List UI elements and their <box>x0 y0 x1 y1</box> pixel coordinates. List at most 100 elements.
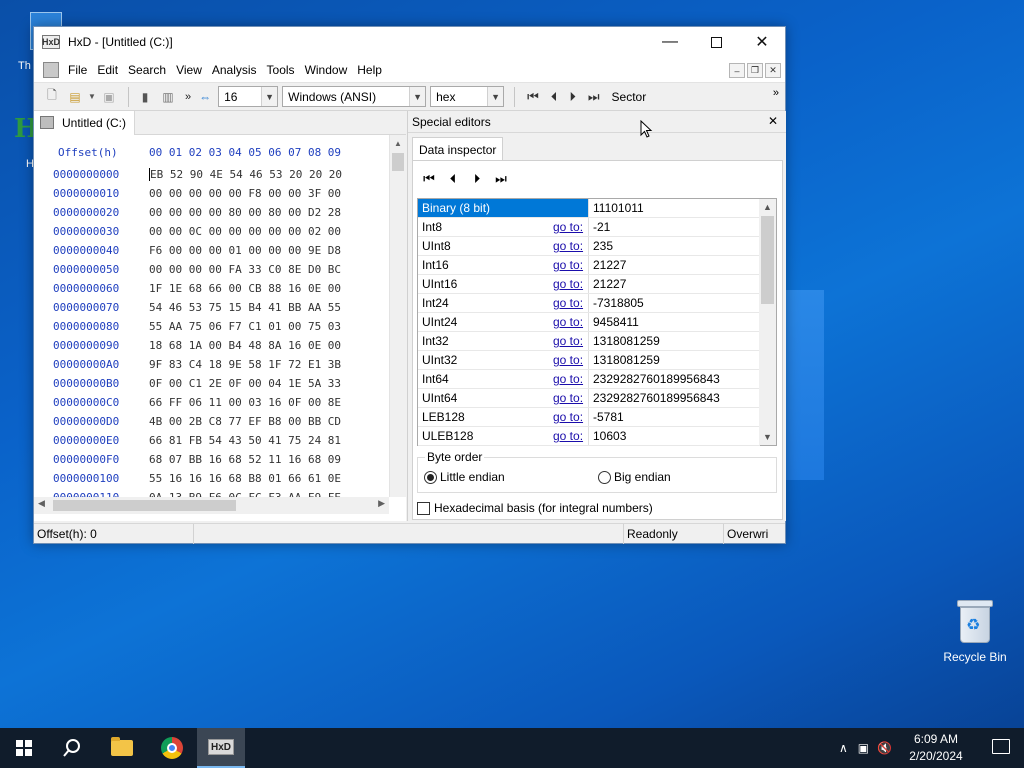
first-sector-icon[interactable]: ⏮ <box>527 89 539 105</box>
row-bytes[interactable]: 55 16 16 16 68 B8 01 66 61 0E <box>149 472 341 485</box>
open-dropdown-icon[interactable]: ▼ <box>88 87 96 107</box>
inspector-value[interactable]: 9458411 <box>590 313 639 331</box>
inspector-value[interactable]: -21 <box>590 218 610 236</box>
inspector-value[interactable]: 11101011 <box>590 199 644 217</box>
close-button[interactable]: ✕ <box>739 27 785 57</box>
new-file-icon[interactable]: 🗋 <box>42 87 62 107</box>
goto-link[interactable]: go to: <box>553 427 583 445</box>
inspector-row[interactable]: Int64 go to: 2329282760189956843 <box>418 370 760 389</box>
inspector-row[interactable]: Int24 go to: -7318805 <box>418 294 760 313</box>
inspector-value[interactable]: 10603 <box>590 427 626 445</box>
goto-link[interactable]: go to: <box>553 408 583 426</box>
inspector-value[interactable]: 2329282760189956843 <box>590 370 720 388</box>
previous-sector-icon[interactable]: ⏴ <box>551 89 558 105</box>
mdi-restore-button[interactable]: ❐ <box>747 63 763 78</box>
next-sector-icon[interactable]: ⏵ <box>569 89 576 105</box>
row-bytes[interactable]: 68 07 BB 16 68 52 11 16 68 09 <box>149 453 341 466</box>
inspector-value[interactable]: -7318805 <box>590 294 644 312</box>
inspector-value[interactable]: 1318081259 <box>590 332 660 350</box>
little-endian-radio[interactable]: Little endian <box>424 470 505 484</box>
inspector-row[interactable]: UInt8 go to: 235 <box>418 237 760 256</box>
menu-view[interactable]: View <box>171 63 207 77</box>
goto-link[interactable]: go to: <box>553 275 583 293</box>
document-menu-icon[interactable] <box>43 61 59 78</box>
menu-window[interactable]: Window <box>300 63 353 77</box>
inspector-value[interactable]: 2329282760189956843 <box>590 389 720 407</box>
toolbar-overflow-icon[interactable]: » <box>185 91 191 103</box>
inspector-scrollbar[interactable]: ▲ ▼ <box>759 199 776 445</box>
inspector-row[interactable]: UInt32 go to: 1318081259 <box>418 351 760 370</box>
ram-icon[interactable]: ▥ <box>158 87 178 107</box>
goto-link[interactable]: go to: <box>553 389 583 407</box>
row-bytes[interactable]: EB 52 90 4E 54 46 53 20 20 20 <box>149 168 342 181</box>
volume-muted-icon[interactable]: 🔇 <box>877 741 892 755</box>
goto-link[interactable]: go to: <box>553 218 583 236</box>
search-button[interactable] <box>48 728 96 768</box>
charset-select[interactable]: Windows (ANSI) ▼ <box>282 86 427 107</box>
goto-link[interactable]: go to: <box>553 370 583 388</box>
hex-horizontal-scrollbar[interactable]: ◀ ▶ <box>34 497 389 514</box>
row-bytes[interactable]: 54 46 53 75 15 B4 41 BB AA 55 <box>149 301 341 314</box>
menu-help[interactable]: Help <box>352 63 387 77</box>
row-bytes[interactable]: 66 81 FB 54 43 50 41 75 24 81 <box>149 434 341 447</box>
inspector-row[interactable]: UInt24 go to: 9458411 <box>418 313 760 332</box>
bytes-per-row-select[interactable]: 16 ▼ <box>218 86 279 107</box>
hex-vertical-scrollbar[interactable]: ▲ <box>389 135 406 497</box>
network-icon[interactable]: ▣ <box>858 741 869 755</box>
chrome-button[interactable] <box>148 728 196 768</box>
display-mode-select[interactable]: hex ▼ <box>430 86 505 107</box>
row-bytes[interactable]: 00 00 00 00 FA 33 C0 8E D0 BC <box>149 263 341 276</box>
row-bytes[interactable]: 1F 1E 68 66 00 CB 88 16 0E 00 <box>149 282 341 295</box>
row-bytes[interactable]: F6 00 00 00 01 00 00 00 9E D8 <box>149 244 341 257</box>
tab-untitled-c[interactable]: Untitled (C:) <box>34 110 136 135</box>
big-endian-radio[interactable]: Big endian <box>598 470 671 484</box>
file-explorer-button[interactable] <box>98 728 146 768</box>
inspector-value[interactable]: 235 <box>590 237 613 255</box>
start-button[interactable] <box>0 728 48 768</box>
title-bar[interactable]: HxD HxD - [Untitled (C:)] — ✕ <box>34 27 785 57</box>
menu-edit[interactable]: Edit <box>92 63 123 77</box>
first-icon[interactable]: ⏮ <box>421 171 437 187</box>
hex-view[interactable]: Offset(h) 00 01 02 03 04 05 06 07 08 09 … <box>34 135 406 497</box>
previous-icon[interactable]: ⏴ <box>445 171 461 187</box>
inspector-row[interactable]: Int32 go to: 1318081259 <box>418 332 760 351</box>
inspector-row[interactable]: Int16 go to: 21227 <box>418 256 760 275</box>
toolbar-overflow-right-icon[interactable]: » <box>773 87 779 99</box>
row-bytes[interactable]: 18 68 1A 00 B4 48 8A 16 0E 00 <box>149 339 341 352</box>
goto-link[interactable]: go to: <box>553 313 583 331</box>
inspector-row[interactable]: ULEB128 go to: 10603 <box>418 427 760 446</box>
maximize-button[interactable] <box>693 27 739 57</box>
menu-search[interactable]: Search <box>123 63 171 77</box>
row-bytes[interactable]: 0F 00 C1 2E 0F 00 04 1E 5A 33 <box>149 377 341 390</box>
row-bytes[interactable]: 4B 00 2B C8 77 EF B8 00 BB CD <box>149 415 341 428</box>
inspector-value[interactable]: 1318081259 <box>590 351 660 369</box>
inspector-row[interactable]: Int8 go to: -21 <box>418 218 760 237</box>
goto-link[interactable]: go to: <box>553 332 583 350</box>
goto-link[interactable]: go to: <box>553 237 583 255</box>
inspector-row[interactable]: LEB128 go to: -5781 <box>418 408 760 427</box>
inspector-value[interactable]: 21227 <box>590 275 626 293</box>
menu-analysis[interactable]: Analysis <box>207 63 262 77</box>
goto-link[interactable]: go to: <box>553 294 583 312</box>
open-file-icon[interactable]: ▤ <box>65 87 85 107</box>
tab-data-inspector[interactable]: Data inspector <box>412 137 504 161</box>
inspector-row[interactable]: UInt64 go to: 2329282760189956843 <box>418 389 760 408</box>
save-icon[interactable]: ▣ <box>99 87 119 107</box>
hex-basis-checkbox[interactable]: Hexadecimal basis (for integral numbers) <box>417 501 653 515</box>
inspector-value[interactable]: -5781 <box>590 408 624 426</box>
goto-link[interactable]: go to: <box>553 256 583 274</box>
row-bytes[interactable]: 66 FF 06 11 00 03 16 0F 00 8E <box>149 396 341 409</box>
row-bytes[interactable]: 00 00 00 00 00 F8 00 00 3F 00 <box>149 187 341 200</box>
menu-file[interactable]: File <box>63 63 92 77</box>
goto-link[interactable]: go to: <box>553 351 583 369</box>
menu-tools[interactable]: Tools <box>262 63 300 77</box>
mdi-close-button[interactable]: ✕ <box>765 63 781 78</box>
inspector-value[interactable]: 21227 <box>590 256 626 274</box>
recycle-bin[interactable]: ♻ Recycle Bin <box>936 600 1014 664</box>
disk-icon[interactable]: ▮ <box>135 87 155 107</box>
row-bytes[interactable]: 9F 83 C4 18 9E 58 1F 72 E1 3B <box>149 358 341 371</box>
inspector-row[interactable]: Binary (8 bit) 11101011 <box>418 199 760 218</box>
show-hidden-icons-icon[interactable]: ∧ <box>839 741 848 755</box>
mdi-minimize-button[interactable]: – <box>729 63 745 78</box>
row-bytes[interactable]: 55 AA 75 06 F7 C1 01 00 75 03 <box>149 320 341 333</box>
